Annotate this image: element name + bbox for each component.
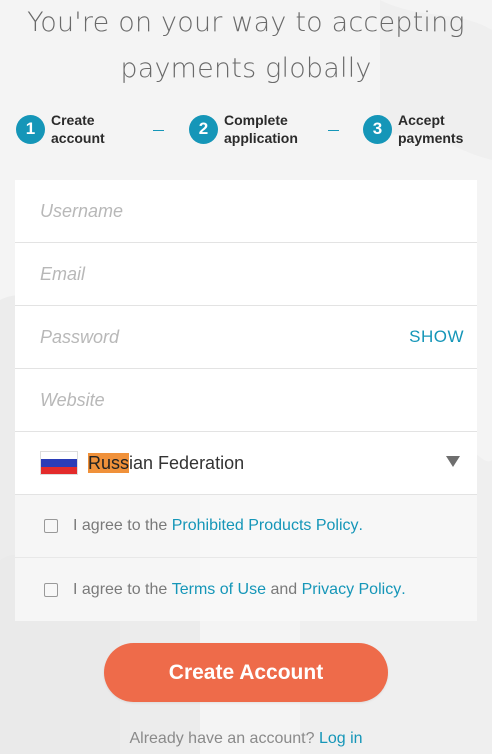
progress-steps: 1 Create account 2 Complete application … — [0, 108, 492, 150]
terms-privacy-checkbox[interactable] — [44, 582, 58, 597]
privacy-policy-link[interactable]: Privacy Policy — [302, 581, 402, 599]
step-create-account: 1 Create account — [16, 111, 105, 147]
website-input[interactable] — [40, 389, 464, 411]
step-3-label: Accept payments — [398, 111, 463, 147]
step-3-label-line-2: payments — [398, 130, 464, 146]
prohibited-products-agreement: I agree to the Prohibited Products Polic… — [15, 495, 477, 558]
country-select[interactable]: Russian Federation — [15, 432, 477, 495]
step-3-number: 3 — [363, 114, 392, 144]
password-input[interactable] — [40, 326, 464, 348]
dropdown-caret-icon[interactable] — [446, 456, 460, 467]
step-complete-application: 2 Complete application — [189, 111, 298, 147]
terms-of-use-link[interactable]: Terms of Use — [172, 581, 266, 599]
email-field — [15, 243, 477, 306]
username-input[interactable] — [40, 200, 464, 222]
agreement-2-middle: and — [270, 580, 298, 598]
prohibited-products-policy-link[interactable]: Prohibited Products Policy — [172, 517, 359, 535]
step-accept-payments: 3 Accept payments — [363, 111, 463, 147]
headline-line-2: payments globally — [120, 53, 372, 84]
step-1-label-line-1: Create — [51, 112, 95, 128]
signup-form: SHOW Russian Federation I agree to the P… — [15, 180, 477, 621]
create-account-button[interactable]: Create Account — [104, 643, 388, 702]
terms-privacy-agreement: I agree to the Terms of Use and Privacy … — [15, 558, 477, 621]
country-name-rest: ian Federation — [129, 452, 245, 473]
login-prompt-text: Already have an account? — [129, 730, 315, 747]
agreement-2-prefix: I agree to the — [73, 580, 168, 598]
step-2-label-line-1: Complete — [224, 112, 288, 128]
page-headline: You're on your way to accepting payments… — [0, 0, 492, 92]
agreement-1-suffix: . — [358, 517, 363, 534]
step-1-number: 1 — [16, 114, 45, 144]
agreement-2-suffix: . — [401, 580, 406, 598]
step-1-label-line-2: account — [51, 130, 105, 146]
step-1-label: Create account — [51, 111, 105, 147]
show-password-button[interactable]: SHOW — [409, 327, 464, 347]
step-separator — [328, 130, 339, 131]
prohibited-products-checkbox[interactable] — [44, 519, 58, 533]
email-input[interactable] — [40, 263, 464, 285]
headline-line-1: You're on your way to accepting — [27, 7, 465, 38]
country-select-value: Russian Federation — [88, 452, 245, 474]
step-3-label-line-1: Accept — [398, 112, 445, 128]
password-field: SHOW — [15, 306, 477, 369]
website-field — [15, 369, 477, 432]
login-prompt: Already have an account? Log in — [0, 730, 492, 748]
agreement-1-prefix: I agree to the — [73, 517, 168, 534]
step-2-label: Complete application — [224, 111, 298, 147]
country-search-highlight: Russ — [88, 452, 130, 473]
step-2-label-line-2: application — [224, 130, 298, 146]
username-field — [15, 180, 477, 243]
step-separator — [153, 130, 164, 131]
step-2-number: 2 — [189, 114, 218, 144]
login-link[interactable]: Log in — [319, 730, 363, 747]
russia-flag-icon — [40, 451, 78, 475]
